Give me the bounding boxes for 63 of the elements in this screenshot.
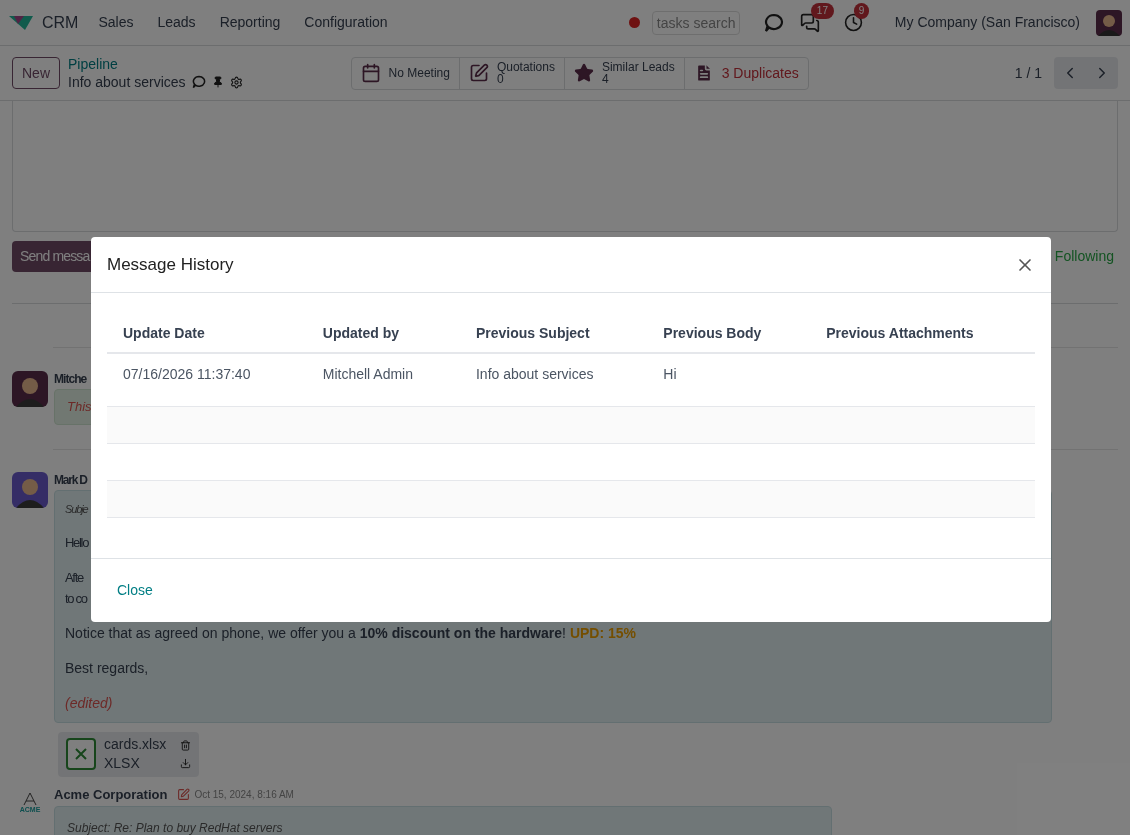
author-name: Mitche <box>54 371 87 387</box>
avatar <box>12 472 48 508</box>
close-button[interactable]: Close <box>117 580 153 601</box>
column-header: Previous Attachments <box>810 323 1035 353</box>
app-name[interactable]: CRM <box>42 10 79 35</box>
table-cell: 07/16/2026 11:37:40 <box>107 353 307 406</box>
edited-label: (edited) <box>65 693 113 713</box>
discuss-icon[interactable] <box>763 12 784 33</box>
search-field[interactable]: tasks search <box>651 10 740 35</box>
attachment-card[interactable]: cards.xlsx XLSX <box>58 731 199 777</box>
note-text: This <box>67 398 92 417</box>
smart-button[interactable]: Quotations 0 <box>459 57 565 89</box>
file-type: XLSX <box>104 754 141 773</box>
message-line: Hello <box>65 533 89 552</box>
menu-item[interactable]: Sales <box>98 12 134 33</box>
column-header: Previous Body <box>647 323 811 353</box>
table-cell: Mitchell Admin <box>306 353 460 406</box>
record-title: Info about services <box>68 73 186 91</box>
message-line: to co <box>65 589 87 608</box>
author-name: Acme Corporation <box>54 785 168 804</box>
update-note: UPD: 15% <box>569 623 636 643</box>
delete-icon[interactable] <box>180 739 191 751</box>
menu-item[interactable]: Leads <box>157 12 196 33</box>
following-label[interactable]: Following <box>1054 245 1114 267</box>
message-subject: Subject: Re: Plan to buy RedHat servers <box>67 821 283 835</box>
table-cell: Info about services <box>459 353 648 406</box>
message-line: Best regards, <box>65 658 149 678</box>
spreadsheet-icon <box>66 738 96 770</box>
message-subject: Subje <box>65 502 88 517</box>
smart-button[interactable]: Similar Leads 4 <box>564 57 685 89</box>
clock-icon[interactable] <box>843 13 863 32</box>
calendar-icon <box>360 63 381 83</box>
pin-icon[interactable] <box>211 76 224 88</box>
user-avatar[interactable] <box>1096 9 1122 36</box>
file-name: cards.xlsx <box>104 735 168 754</box>
edit-icon <box>177 787 191 801</box>
edit-icon <box>468 63 489 83</box>
chat-icon[interactable] <box>799 12 820 33</box>
column-header: Previous Subject <box>459 323 648 353</box>
download-icon[interactable] <box>180 757 191 769</box>
smart-button[interactable]: 3 Duplicates <box>684 57 808 89</box>
message-date: Oct 15, 2024, 8:16 AM <box>194 787 294 802</box>
avatar <box>12 371 48 407</box>
message-count-badge: 17 <box>810 2 834 19</box>
column-header: Updated by <box>306 323 460 353</box>
star-icon <box>573 63 594 83</box>
breadcrumb-link[interactable]: Pipeline <box>68 55 243 73</box>
new-button[interactable]: New <box>12 57 60 89</box>
smart-button[interactable]: No Meeting <box>351 57 460 89</box>
dialog-title: Message History <box>107 253 234 276</box>
table-cell: Hi <box>647 353 811 406</box>
menu-item[interactable]: Configuration <box>304 12 388 33</box>
author-name: Mark D <box>54 472 87 488</box>
logo-icon[interactable] <box>8 13 34 32</box>
message-paragraph: Notice that as agreed on phone, we offer you a 10% discount on the hardware! <box>65 623 566 643</box>
activity-count-badge: 9 <box>853 3 870 19</box>
company-name[interactable]: My Company (San Francisco) <box>894 12 1080 33</box>
column-header: Update Date <box>107 323 307 353</box>
message-line: Afte <box>65 568 83 587</box>
settings-icon[interactable] <box>229 75 243 89</box>
discuss-icon[interactable] <box>191 75 206 89</box>
menu-item[interactable]: Reporting <box>219 12 281 33</box>
pager-value: 1 / 1 <box>1014 63 1042 83</box>
